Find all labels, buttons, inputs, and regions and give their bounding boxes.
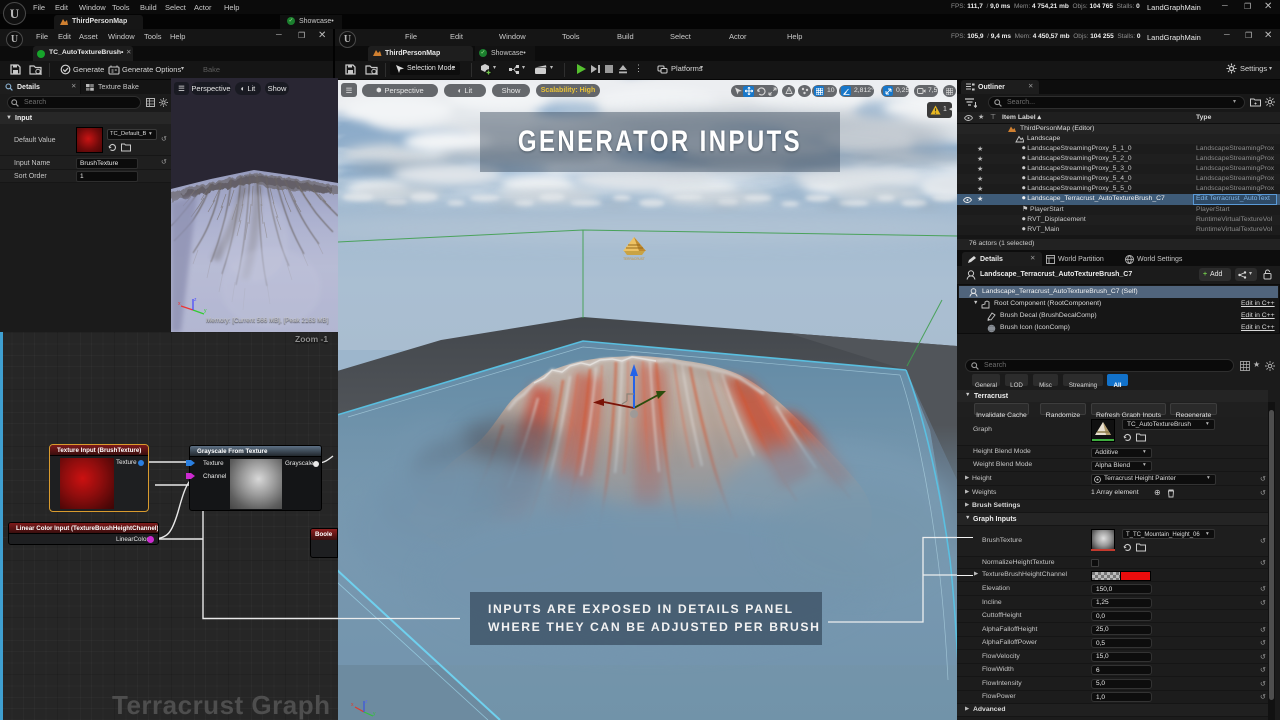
svg-text:z: z xyxy=(194,297,197,303)
svg-text:y: y xyxy=(204,308,207,314)
svg-text:x: x xyxy=(351,702,354,708)
svg-text:y: y xyxy=(373,711,376,717)
svg-text:z: z xyxy=(365,699,368,705)
svg-text:x: x xyxy=(178,301,181,307)
